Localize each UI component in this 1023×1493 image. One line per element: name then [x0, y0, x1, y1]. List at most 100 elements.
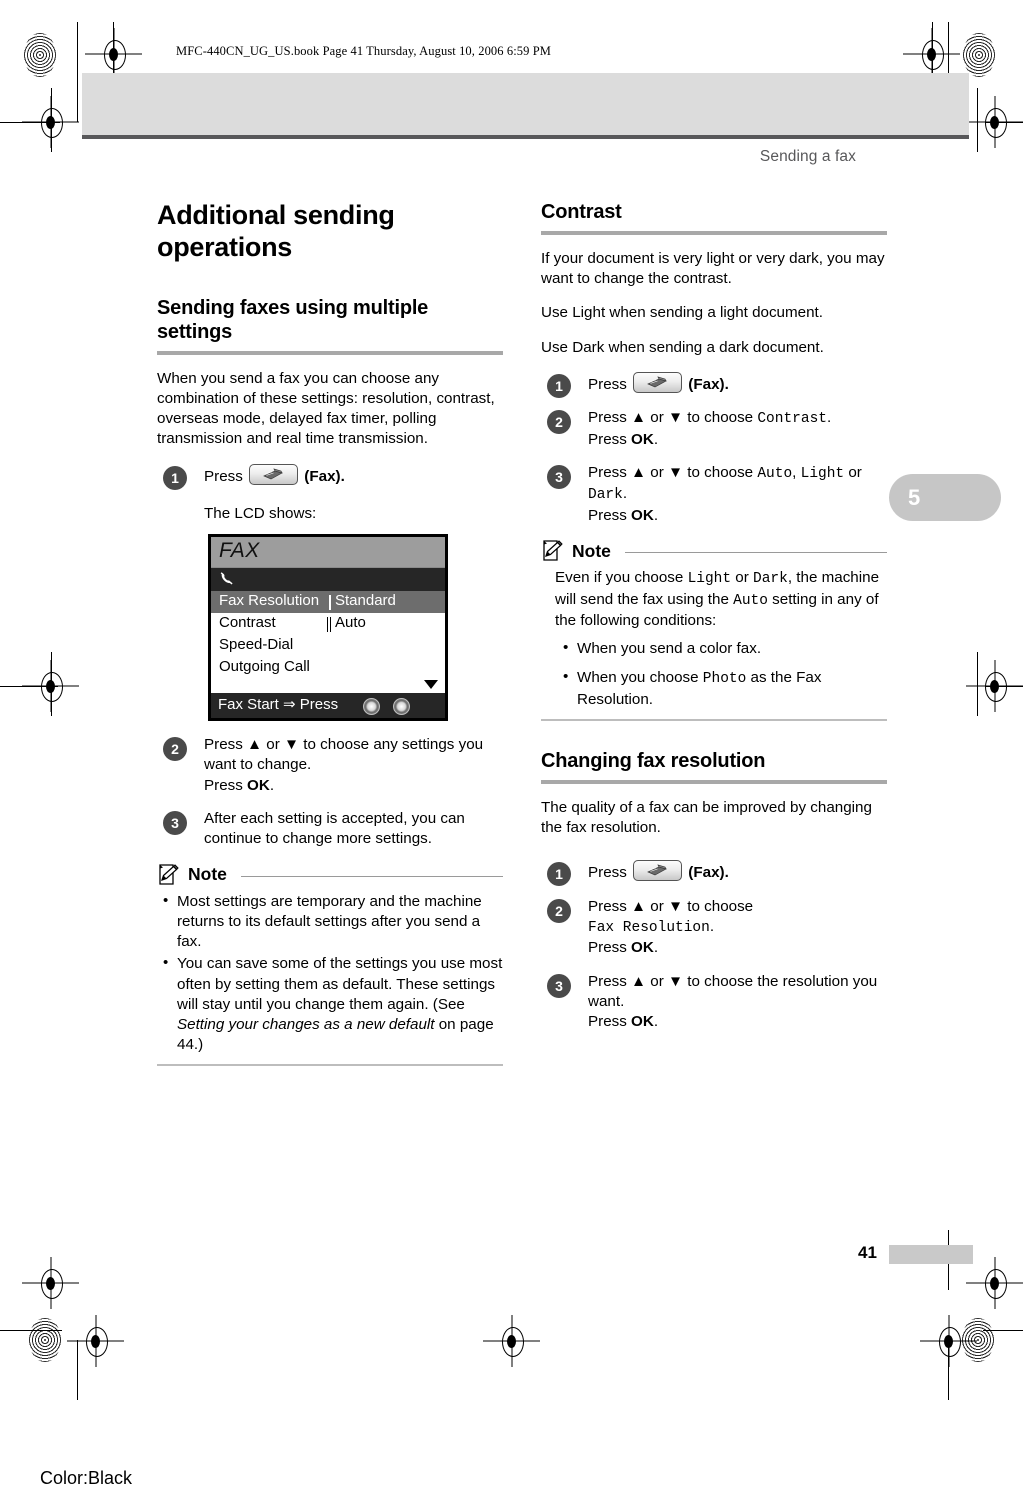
crosshair-bottom-left [22, 1257, 79, 1309]
crop-line-left-h2 [0, 686, 58, 687]
step-text-prefix: Press ▲ or ▼ to choose [588, 409, 758, 427]
lcd-term: Dark [753, 571, 788, 588]
contrast-paragraph-3: Use Dark when sending a dark document. [541, 338, 824, 356]
press-ok-suffix: . [653, 430, 659, 448]
section-rule [541, 231, 887, 235]
contrast-step-3-choose-value: 3 Press ▲ or ▼ to choose Auto, Light or … [541, 463, 887, 526]
note-sub-bullet: When you send a color fax. [563, 638, 887, 659]
step-text-prefix: Press ▲ or ▼ to choose [588, 464, 758, 482]
color-separation-label: Color:Black [40, 1468, 133, 1488]
press-ok-suffix: . [653, 506, 659, 524]
lcd-row-speed-dial[interactable]: Speed-Dial [211, 634, 445, 657]
step-number: 2 [163, 736, 187, 761]
contrast-step-2-choose-contrast: 2 Press ▲ or ▼ to choose Contrast. Press… [541, 408, 887, 450]
contrast-paragraph-2: Use Light when sending a light document. [541, 304, 823, 322]
crop-line-page-left-v [77, 22, 78, 122]
press-ok-suffix: . [269, 776, 275, 794]
page-number: 41 [858, 1243, 877, 1262]
section-rule [541, 779, 887, 784]
step-number: 3 [547, 465, 571, 490]
press-ok-prefix: Press [204, 776, 248, 794]
ok-key-label: OK [247, 776, 270, 794]
note-text-a: Even if you choose [555, 569, 688, 587]
crop-line-bottom-left-v [77, 1340, 78, 1400]
step-number: 1 [547, 862, 571, 887]
crop-line-left-v2 [51, 652, 52, 716]
page-header-band [82, 73, 969, 139]
note-divider [624, 552, 887, 554]
note-bullet: Most settings are temporary and the mach… [163, 891, 503, 953]
section-heading-multiple-settings: Sending faxes using multiple settings [157, 296, 429, 343]
resolution-step-2-choose-fax-resolution: 2 Press ▲ or ▼ to choose Fax Resolution.… [541, 897, 887, 959]
note-sub-bullet-list: When you send a color fax. When you choo… [555, 638, 887, 710]
step-3-continue-settings: 3 After each setting is accepted, you ca… [157, 809, 503, 850]
step-text: After each setting is accepted, you can … [204, 810, 465, 848]
note-header: Note [157, 863, 503, 887]
crop-line-right-h [985, 122, 1023, 123]
page-title: Additional sending operations [157, 200, 395, 262]
step-text-mid: or [844, 464, 862, 482]
note-title: Note [188, 864, 227, 885]
lcd-row-fax-resolution[interactable]: Fax Resolution Standard [211, 590, 445, 613]
note-block-contrast: Note Even if you choose Light or Dark, t… [541, 539, 887, 721]
note-bullet: You can save some of the settings you us… [163, 953, 503, 1055]
chapter-tab-number: 5 [908, 485, 921, 510]
fax-key-label: (Fax). [304, 467, 345, 485]
lcd-title-bar: FAX [211, 536, 445, 568]
left-column: Additional sending operations Sending fa… [157, 200, 503, 1076]
step-text-prefix: Press ▲ or ▼ to choose [588, 897, 754, 915]
step-number: 2 [547, 410, 571, 435]
book-source-line: MFC-440CN_UG_US.book Page 41 Thursday, A… [176, 44, 551, 58]
fax-machine-icon [647, 376, 667, 388]
press-ok-prefix: Press [588, 939, 632, 957]
lcd-row-value: Standard [335, 591, 396, 609]
press-ok-suffix: . [653, 939, 659, 957]
crosshair-bottom-center [483, 1315, 540, 1367]
lcd-term: Auto [733, 592, 768, 609]
step-1-press-fax: 1 Press (Fax). [157, 463, 503, 492]
crop-line-left-v [51, 88, 52, 152]
right-column: Contrast If your document is very light … [541, 200, 887, 1046]
color-start-button-icon[interactable] [393, 697, 410, 715]
step-text-suffix: . [826, 409, 832, 427]
page-number-bar [889, 1245, 973, 1264]
lcd-value-marker [329, 594, 331, 610]
note-bullet-list: Most settings are temporary and the mach… [157, 891, 503, 1056]
lcd-term: Dark [588, 487, 623, 504]
lcd-mode-label: FAX [219, 538, 260, 562]
press-ok-suffix: . [653, 1013, 659, 1031]
lcd-row-outgoing-call[interactable]: Outgoing Call [211, 656, 445, 679]
resolution-paragraph-1: The quality of a fax can be improved by … [541, 798, 872, 836]
lcd-caption: The LCD shows: [204, 504, 317, 522]
fax-key-icon [633, 371, 683, 393]
fax-key-label: (Fax). [688, 375, 729, 393]
intro-paragraph: When you send a fax you can choose any c… [157, 369, 495, 448]
lcd-scroll-indicator[interactable] [211, 678, 445, 693]
press-ok-prefix: Press [588, 1013, 632, 1031]
note-pencil-icon [159, 864, 179, 885]
note-header: Note [541, 539, 887, 563]
section-rule [157, 350, 503, 355]
note-bullet-text-a: You can save some of the settings you us… [177, 955, 503, 1013]
note-bullet-reference: Setting your changes as a new default [177, 1016, 435, 1034]
press-ok-prefix: Press [588, 506, 632, 524]
lcd-term: Light [687, 571, 732, 588]
running-head: Sending a fax [759, 148, 856, 165]
lcd-row-label: Speed-Dial [219, 635, 294, 653]
note-close-rule [541, 718, 887, 721]
note-divider [240, 875, 503, 877]
step-number: 1 [163, 465, 187, 490]
fax-machine-icon [263, 468, 283, 479]
lcd-term: Photo [702, 671, 747, 688]
step-text-suffix: . [622, 485, 628, 503]
mono-start-button-icon[interactable] [363, 697, 380, 715]
contrast-step-1-press-fax: 1 Press (Fax). [541, 371, 887, 398]
lcd-row-contrast[interactable]: Contrast Auto [211, 612, 445, 635]
lcd-row-value: Auto [335, 613, 366, 631]
crosshair-bottom-right [966, 1257, 1023, 1309]
crosshair-bottom-inner-left [67, 1315, 124, 1367]
step-text: Press ▲ or ▼ to choose the resolution yo… [588, 972, 878, 1011]
crop-line-bottom-right-h [983, 1330, 1023, 1331]
note-sub-text-a: When you choose [577, 669, 703, 687]
note-close-rule [157, 1063, 503, 1066]
